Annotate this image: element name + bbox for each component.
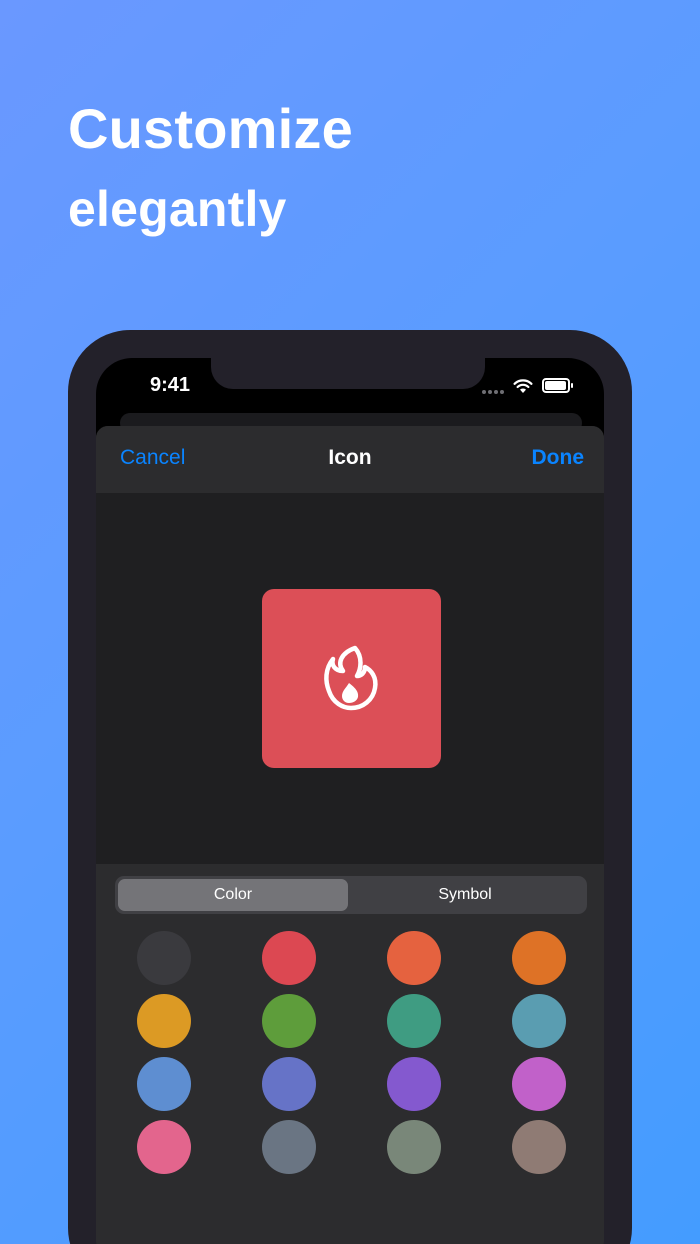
color-swatch[interactable] bbox=[262, 1120, 316, 1174]
icon-preview-area bbox=[96, 493, 604, 864]
icon-preview-tile bbox=[262, 589, 441, 768]
color-swatch[interactable] bbox=[137, 931, 191, 985]
phone-screen: 9:41 Cancel Icon Done Color Symbol bbox=[96, 358, 604, 1244]
color-swatch[interactable] bbox=[387, 1057, 441, 1111]
segmented-control: Color Symbol bbox=[115, 876, 587, 914]
color-swatch[interactable] bbox=[512, 1120, 566, 1174]
navigation-bar: Cancel Icon Done bbox=[96, 426, 604, 493]
segment-symbol[interactable]: Symbol bbox=[350, 879, 580, 911]
color-swatch[interactable] bbox=[512, 1057, 566, 1111]
color-swatch[interactable] bbox=[387, 994, 441, 1048]
color-swatch[interactable] bbox=[262, 994, 316, 1048]
flame-icon bbox=[324, 645, 378, 711]
color-swatch[interactable] bbox=[512, 931, 566, 985]
color-swatch[interactable] bbox=[512, 994, 566, 1048]
battery-icon bbox=[542, 378, 573, 393]
cancel-button[interactable]: Cancel bbox=[120, 446, 185, 470]
status-time: 9:41 bbox=[150, 374, 191, 396]
icon-editor-sheet: Cancel Icon Done Color Symbol bbox=[96, 426, 604, 1244]
segment-color[interactable]: Color bbox=[118, 879, 348, 911]
color-swatch[interactable] bbox=[137, 994, 191, 1048]
headline-elegantly: elegantly bbox=[68, 181, 287, 237]
cellular-signal-icon bbox=[482, 390, 504, 394]
color-swatch[interactable] bbox=[137, 1120, 191, 1174]
color-swatch[interactable] bbox=[387, 931, 441, 985]
color-swatch[interactable] bbox=[387, 1120, 441, 1174]
color-swatch[interactable] bbox=[262, 1057, 316, 1111]
color-swatch[interactable] bbox=[262, 931, 316, 985]
phone-frame: 9:41 Cancel Icon Done Color Symbol bbox=[68, 330, 632, 1244]
color-swatch[interactable] bbox=[137, 1057, 191, 1111]
notch bbox=[211, 358, 485, 389]
headline-customize: Customize bbox=[68, 97, 353, 160]
done-button[interactable]: Done bbox=[532, 446, 585, 470]
wifi-icon bbox=[513, 379, 533, 393]
